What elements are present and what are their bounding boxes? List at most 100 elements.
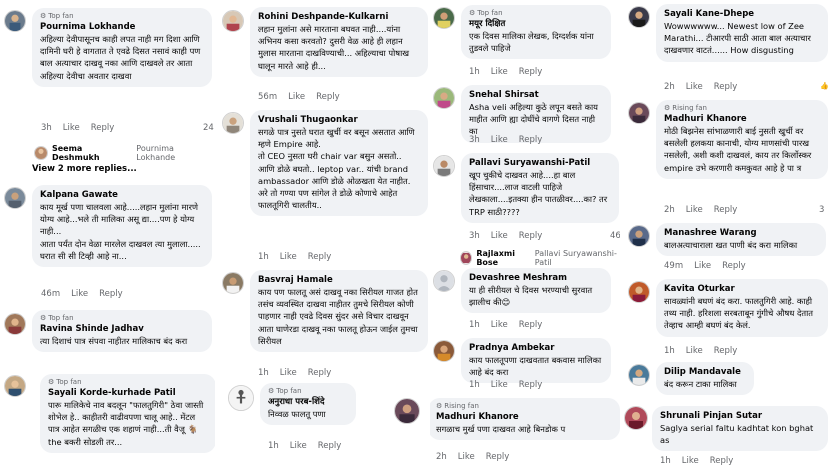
commenter-name[interactable]: Pradnya Ambekar <box>469 342 603 354</box>
badge-icon: ⚙ <box>40 314 47 322</box>
reply-button[interactable]: Reply <box>316 92 340 103</box>
commenter-name[interactable]: Madhuri Khanore <box>664 113 820 125</box>
top-fan-badge: ⚙ Top fan <box>40 12 74 20</box>
reply-button[interactable]: Reply <box>519 67 543 78</box>
like-button[interactable]: Like <box>63 123 80 134</box>
avatar[interactable] <box>628 281 650 303</box>
comment-bubble: Snehal Shirsat Asha veli अहिल्या कुठे लप… <box>461 85 611 143</box>
avatar[interactable] <box>433 7 455 29</box>
like-button[interactable]: Like <box>686 346 703 357</box>
comment-time: 1h <box>258 368 269 378</box>
comment-text: एक दिवस मालिका लेखक, दिग्दर्शक यांना तुड… <box>469 31 594 54</box>
commenter-name[interactable]: Shrunali Pinjan Sutar <box>660 410 820 422</box>
avatar[interactable] <box>628 364 650 386</box>
commenter-name[interactable]: Basvraj Hamale <box>258 274 420 286</box>
reply-button[interactable]: Reply <box>308 252 332 263</box>
comment-actions: 1h Like Reply <box>469 380 542 391</box>
comment-text: काय पण फालतू असं दाखवू नका सिरीयल गाजत ह… <box>258 287 418 346</box>
avatar[interactable] <box>222 112 244 134</box>
like-button[interactable]: Like <box>491 380 508 391</box>
commenter-name[interactable]: Kalpana Gawate <box>40 189 204 201</box>
comment-text: Asha veli अहिल्या कुठे लपून बसते काय माह… <box>469 102 598 137</box>
like-button[interactable]: Like <box>280 368 297 379</box>
commenter-name[interactable]: Manashree Warang <box>664 227 818 239</box>
reply-button[interactable]: Reply <box>714 346 738 357</box>
commenter-name[interactable]: Sayali Kane-Dhepe <box>664 8 820 20</box>
avatar[interactable] <box>628 102 650 124</box>
commenter-name[interactable]: Dilip Mandavale <box>664 366 746 378</box>
commenter-name[interactable]: Snehal Shirsat <box>469 89 603 101</box>
like-button[interactable]: Like <box>491 231 508 242</box>
avatar[interactable] <box>222 10 244 32</box>
reply-button[interactable]: Reply <box>710 456 734 466</box>
reply-author[interactable]: Seema Deshmukh <box>52 144 132 162</box>
avatar[interactable] <box>4 187 26 209</box>
comment-text: मोठी बिझनेस सांभाळणारी बाई नुसती खुर्ची … <box>664 126 812 173</box>
comment-actions: 3h Like Reply <box>469 231 542 242</box>
like-button[interactable]: Like <box>686 82 703 93</box>
reply-button[interactable]: Reply <box>714 82 738 93</box>
comment-time: 1h <box>469 67 480 77</box>
commenter-name[interactable]: मयूर दिक्षित <box>469 18 603 30</box>
avatar[interactable] <box>624 406 648 430</box>
commenter-name[interactable]: Rohini Deshpande-Kulkarni <box>258 11 420 23</box>
reply-preview[interactable]: Seema Deshmukh Pournima Lokhande <box>34 144 215 162</box>
comment-text: त्या दिशाचं पात्र संपवा नाहीतर मालिकाच ब… <box>40 336 188 346</box>
like-button[interactable]: Like <box>491 67 508 78</box>
comment-actions: 1h Like Reply <box>469 67 542 78</box>
like-button[interactable]: Like <box>686 205 703 216</box>
commenter-name[interactable]: Sayali Korde-kurhade Patil <box>48 387 208 399</box>
avatar[interactable] <box>394 398 420 424</box>
avatar[interactable] <box>4 375 26 397</box>
reply-author[interactable]: Rajlaxmi Bose <box>476 249 530 267</box>
reply-preview[interactable]: Rajlaxmi Bose Pallavi Suryawanshi-Patil <box>460 249 620 267</box>
reply-button[interactable]: Reply <box>91 123 115 134</box>
avatar[interactable] <box>433 270 455 292</box>
like-button[interactable]: Like <box>288 92 305 103</box>
commenter-name[interactable]: Pournima Lokhande <box>40 21 204 33</box>
comment-text: अहिल्या देवीपासूनच काही लपत नाही मग दिशा… <box>40 34 201 81</box>
commenter-name[interactable]: Kavita Oturkar <box>664 283 820 295</box>
reply-button[interactable]: Reply <box>519 231 543 242</box>
avatar[interactable] <box>433 340 455 362</box>
reply-button[interactable]: Reply <box>519 380 543 391</box>
reply-button[interactable]: Reply <box>714 205 738 216</box>
avatar[interactable] <box>433 155 455 177</box>
like-button[interactable]: Like <box>694 261 711 272</box>
comments-panel-2: Rohini Deshpande-Kulkarni लहान मुलांना अ… <box>220 0 430 466</box>
like-button[interactable]: Like <box>491 135 508 146</box>
like-button[interactable]: Like <box>458 452 475 463</box>
comment-bubble: ⚙ Top fan Sayali Korde-kurhade Patil पारू… <box>40 374 215 453</box>
reply-button[interactable]: Reply <box>519 135 543 146</box>
like-button[interactable]: Like <box>71 289 88 300</box>
reply-button[interactable]: Reply <box>722 261 746 272</box>
avatar[interactable] <box>628 225 650 247</box>
like-button[interactable]: Like <box>290 441 307 452</box>
like-button[interactable]: Like <box>280 252 297 263</box>
avatar[interactable] <box>222 272 244 294</box>
commenter-name[interactable]: अनुराधा परब-शिंदे <box>268 396 348 408</box>
commenter-name[interactable]: Pallavi Suryawanshi-Patil <box>469 157 611 169</box>
commenter-name[interactable]: Ravina Shinde Jadhav <box>40 323 204 335</box>
commenter-name[interactable]: Madhuri Khanore <box>436 411 612 423</box>
comment-bubble: ⚙ Rising fan Madhuri Khanore सगळाच मुर्ख … <box>430 398 620 441</box>
view-more-replies-link[interactable]: View 2 more replies... <box>32 164 137 174</box>
avatar[interactable] <box>4 10 26 32</box>
avatar[interactable] <box>4 313 26 335</box>
reply-button[interactable]: Reply <box>99 289 123 300</box>
reply-button[interactable]: Reply <box>308 368 332 379</box>
like-button[interactable]: Like <box>682 456 699 466</box>
avatar[interactable] <box>433 87 455 109</box>
reply-button[interactable]: Reply <box>318 441 342 452</box>
comment-time: 1h <box>660 456 671 466</box>
comment-text: या ही सीरीयल चे दिवस भरण्याची सुरवात झाल… <box>469 285 593 308</box>
avatar[interactable] <box>228 385 254 411</box>
commenter-name[interactable]: Vrushali Thugaonkar <box>258 114 420 126</box>
reply-button[interactable]: Reply <box>519 320 543 331</box>
comment-text: बंद करून टाका मालिका <box>664 379 737 389</box>
commenter-name[interactable]: Devashree Meshram <box>469 272 603 284</box>
reply-button[interactable]: Reply <box>486 452 510 463</box>
avatar[interactable] <box>628 6 650 28</box>
like-button[interactable]: Like <box>491 320 508 331</box>
badge-icon: ⚙ <box>48 378 55 386</box>
